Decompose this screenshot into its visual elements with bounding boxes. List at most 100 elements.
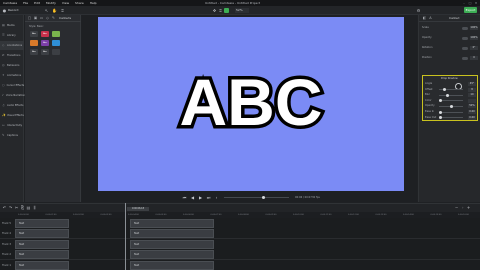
- copy-icon[interactable]: ⎘: [20, 205, 25, 210]
- slider-knob[interactable]: [443, 88, 447, 92]
- sidebar-item-transitions[interactable]: ⇄ Transitions: [0, 51, 24, 60]
- drop-shadow-value[interactable]: 50%: [468, 104, 476, 109]
- step-back-icon[interactable]: ⏮: [182, 195, 187, 200]
- redo-icon[interactable]: ↷: [8, 205, 13, 210]
- step-forward-icon[interactable]: ⏭: [206, 195, 211, 200]
- zoom-dropdown[interactable]: 52%: [235, 8, 249, 13]
- timeline-clip[interactable]: Text: [130, 219, 214, 228]
- drop-shadow-slider[interactable]: [439, 94, 463, 96]
- tab-blur-icon[interactable]: ◇: [45, 16, 50, 21]
- timeline-clip[interactable]: Text: [130, 239, 214, 249]
- text-properties-icon[interactable]: A: [428, 16, 433, 21]
- tab-callouts-icon[interactable]: ▢: [27, 16, 32, 21]
- crop-icon[interactable]: ⌗: [218, 8, 223, 13]
- rotation-slider[interactable]: [462, 46, 468, 50]
- zoom-out-icon[interactable]: −: [454, 205, 459, 210]
- scrub-knob[interactable]: [262, 196, 265, 199]
- paste-icon[interactable]: ▤: [26, 205, 31, 210]
- drop-shadow-value[interactable]: 0.00: [468, 110, 476, 114]
- close-button[interactable]: ✕: [474, 1, 478, 5]
- undo-icon[interactable]: ↶: [2, 205, 7, 210]
- callout-swatch[interactable]: Abc: [41, 49, 49, 55]
- slider-knob[interactable]: [439, 110, 442, 114]
- timeline-track[interactable]: Track 5 Text Text: [0, 218, 480, 229]
- drop-shadow-value[interactable]: 0.00: [468, 115, 476, 120]
- drop-shadow-slider[interactable]: [439, 111, 463, 113]
- position-slider[interactable]: [462, 56, 468, 60]
- drop-shadow-slider[interactable]: [439, 100, 463, 102]
- timeline-track[interactable]: Track 4 Text Text: [0, 228, 480, 240]
- settings-icon[interactable]: ⚙: [416, 8, 421, 13]
- fit-icon[interactable]: [224, 8, 229, 13]
- timeline-track[interactable]: Track 2 Text Text: [0, 249, 480, 261]
- timeline-clip[interactable]: Text: [130, 260, 214, 270]
- scrub-bar[interactable]: [224, 197, 289, 198]
- timeline-clip[interactable]: Text: [130, 250, 214, 260]
- timeline-track[interactable]: Track 1 Text Text: [0, 259, 480, 270]
- opacity-slider[interactable]: [462, 36, 468, 40]
- cut-icon[interactable]: ✂: [14, 205, 19, 210]
- opacity-value[interactable]: 100%: [470, 36, 478, 40]
- callout-swatch[interactable]: Abc: [30, 49, 38, 55]
- abc-text[interactable]: ABC: [176, 62, 326, 143]
- rotation-value[interactable]: 0°: [470, 46, 478, 50]
- rewind-icon[interactable]: ◀: [190, 195, 195, 200]
- zoom-in-icon[interactable]: +: [466, 205, 471, 210]
- sidebar-item-annotations[interactable]: ◇ Annotations: [0, 41, 24, 50]
- split-icon[interactable]: ⫼: [32, 205, 37, 210]
- timeline-clip[interactable]: Text: [15, 229, 69, 239]
- select-tool-icon[interactable]: ↖: [44, 8, 49, 13]
- callout-swatch[interactable]: [30, 40, 38, 46]
- drop-shadow-value[interactable]: [468, 98, 476, 103]
- drop-shadow-value[interactable]: 10: [468, 93, 476, 98]
- sidebar-item-cursor-effects[interactable]: ○ Cursor Effects: [0, 81, 24, 90]
- export-button[interactable]: Export: [464, 7, 477, 13]
- pan-icon[interactable]: ✥: [212, 8, 217, 13]
- callout-swatch[interactable]: Abc: [41, 31, 49, 37]
- sidebar-item-captions[interactable]: ✎ Captions: [0, 131, 24, 140]
- visual-properties-icon[interactable]: ◧: [422, 16, 427, 21]
- tab-shapes-icon[interactable]: ▭: [39, 16, 44, 21]
- slider-knob[interactable]: [439, 116, 442, 120]
- timeline-track[interactable]: Track 3 Text Text: [0, 238, 480, 250]
- sidebar-item-media[interactable]: ▤ Media: [0, 21, 24, 30]
- record-icon[interactable]: ●: [2, 8, 7, 13]
- tab-arrows-icon[interactable]: ▣: [33, 16, 38, 21]
- position-value[interactable]: 0: [470, 56, 478, 60]
- record-label[interactable]: Record: [8, 8, 18, 13]
- maximize-button[interactable]: □: [468, 1, 472, 5]
- slider-knob[interactable]: [450, 104, 453, 108]
- timeline-clip[interactable]: Text: [15, 260, 69, 270]
- annotations-style-label[interactable]: Style: Basic: [29, 25, 44, 28]
- drop-shadow-slider[interactable]: [439, 117, 463, 119]
- minimize-button[interactable]: –: [462, 1, 466, 5]
- canvas-text-callout[interactable]: ABC: [98, 17, 404, 191]
- drop-shadow-value[interactable]: 8: [468, 87, 476, 92]
- slider-knob[interactable]: [445, 93, 449, 97]
- sidebar-item-visual-effects[interactable]: ✨ Visual Effects: [0, 111, 24, 120]
- hand-tool-icon[interactable]: ✋: [52, 8, 57, 13]
- callout-swatch[interactable]: [52, 40, 60, 46]
- slider-knob[interactable]: [439, 99, 442, 103]
- next-icon[interactable]: ›: [214, 195, 219, 200]
- sidebar-item-animations[interactable]: ✦ Animations: [0, 71, 24, 80]
- scale-value[interactable]: 100%: [470, 26, 478, 30]
- timeline-clip[interactable]: Text: [15, 250, 69, 260]
- callout-swatch[interactable]: [52, 49, 60, 55]
- callout-swatch[interactable]: [52, 31, 60, 37]
- callout-swatch[interactable]: Abc: [30, 31, 38, 37]
- sidebar-item-behaviors[interactable]: ◎ Behaviors: [0, 61, 24, 70]
- canvas[interactable]: ABC: [98, 17, 404, 191]
- timeline-clip[interactable]: Text: [15, 239, 69, 249]
- sidebar-item-interactivity[interactable]: ↔ Interactivity: [0, 121, 24, 130]
- playhead[interactable]: [125, 203, 126, 270]
- play-icon[interactable]: ▶: [198, 195, 203, 200]
- timeline-clip[interactable]: Text: [130, 229, 214, 239]
- crop-tool-icon[interactable]: ⌗: [60, 8, 65, 13]
- sidebar-item-library[interactable]: ☰ Library: [0, 31, 24, 40]
- sidebar-item-audio-effects[interactable]: ♫ Audio Effects: [0, 101, 24, 110]
- zoom-slider-icon[interactable]: ◦: [460, 205, 465, 210]
- sidebar-item-voice-narration[interactable]: ♪ Voice Narration: [0, 91, 25, 100]
- callout-swatch[interactable]: Abc: [41, 40, 49, 46]
- scale-slider[interactable]: [462, 26, 468, 30]
